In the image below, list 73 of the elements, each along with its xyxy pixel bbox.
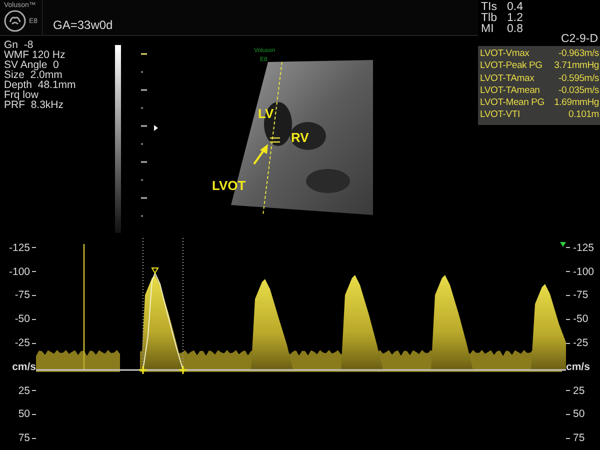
setting-text: SV Angle 0 <box>4 60 59 70</box>
axis-tick <box>566 342 570 344</box>
axis-tick <box>566 414 570 415</box>
measurement-name: LVOT-Mean PG <box>480 97 546 110</box>
annotation-label: RV <box>291 130 309 145</box>
axis-label: 25 <box>573 384 585 397</box>
axis-tick <box>566 390 570 392</box>
axis-label: -25 <box>573 337 588 350</box>
measurement-value: 1.69mmHg <box>553 97 599 110</box>
axis-label: 25 <box>18 384 30 397</box>
setting-text: PRF 8.3kHz <box>4 100 65 110</box>
depth-tick <box>141 53 147 55</box>
depth-tick <box>141 197 147 199</box>
index-value: 1.2 <box>507 13 523 24</box>
axis-label: -50 <box>14 313 30 326</box>
axis-tick <box>32 271 36 272</box>
gestational-age: GA=33w0d <box>53 18 113 32</box>
axis-label: -25 <box>14 337 30 350</box>
measurement-name: LVOT-Vmax <box>480 48 530 60</box>
axis-tick <box>32 247 36 248</box>
axis-label: -125 <box>8 242 30 254</box>
axis-tick <box>32 342 36 344</box>
unit-label: cm/s <box>12 360 36 373</box>
axis-tick <box>566 294 570 296</box>
measurement-name: LVOT-VTI <box>480 109 521 122</box>
setting-text: Size 2.0mm <box>4 70 62 80</box>
axis-label: -75 <box>14 289 30 302</box>
setting-text: Depth 48.1mm <box>4 80 77 90</box>
axis-tick <box>32 390 36 392</box>
probe-name: C2-9-D <box>560 33 598 45</box>
axis-label: 75 <box>573 432 585 444</box>
measurement-value: -0.963m/s <box>558 48 599 60</box>
depth-tick <box>141 89 147 91</box>
axis-tick <box>32 294 36 296</box>
axis-label: -100 <box>573 266 594 278</box>
axis-tick <box>566 438 570 439</box>
measurement-value: 3.71mmHg <box>553 60 599 73</box>
setting-text: Frq low <box>4 90 38 100</box>
axis-label: 50 <box>573 408 585 420</box>
axis-tick <box>566 247 570 248</box>
measurement-name: LVOT-TAmean <box>480 84 541 98</box>
depth-tick <box>141 161 147 163</box>
annotation-label: LV <box>258 106 274 121</box>
index-value: 0.8 <box>507 24 523 35</box>
axis-tick <box>566 318 570 320</box>
depth-tick <box>141 125 147 127</box>
arrow-icon <box>253 144 268 165</box>
measurement-value: 0.101m <box>568 109 599 122</box>
axis-label: -125 <box>573 242 594 254</box>
sample-gate-marker <box>270 137 280 143</box>
measurement-value: -0.035m/s <box>558 84 599 98</box>
axis-label: -75 <box>573 289 588 302</box>
setting-text: Gn -8 <box>4 40 34 50</box>
axis-tick <box>32 438 36 439</box>
measurement-value: -0.595m/s <box>558 72 599 85</box>
axis-label: -50 <box>573 313 588 326</box>
axis-label: -100 <box>8 266 30 278</box>
index-value: 0.4 <box>507 2 523 13</box>
annotation-label: LVOT <box>212 178 246 193</box>
setting-text: WMF 120 Hz <box>4 50 66 60</box>
unit-label: cm/s <box>566 360 590 373</box>
axis-tick <box>566 271 570 272</box>
axis-tick <box>32 414 36 415</box>
axis-label: 50 <box>18 408 30 420</box>
axis-label: 75 <box>18 432 30 444</box>
index-label: MI <box>481 24 495 35</box>
index-label: Tlb <box>481 13 498 24</box>
axis-tick <box>32 318 36 320</box>
logo-icon <box>4 10 26 32</box>
focus-marker-icon <box>154 125 158 131</box>
measurement-name: LVOT-TAmax <box>480 72 536 85</box>
measurement-name: LVOT-Peak PG <box>480 60 544 73</box>
index-label: TIs <box>481 2 498 13</box>
